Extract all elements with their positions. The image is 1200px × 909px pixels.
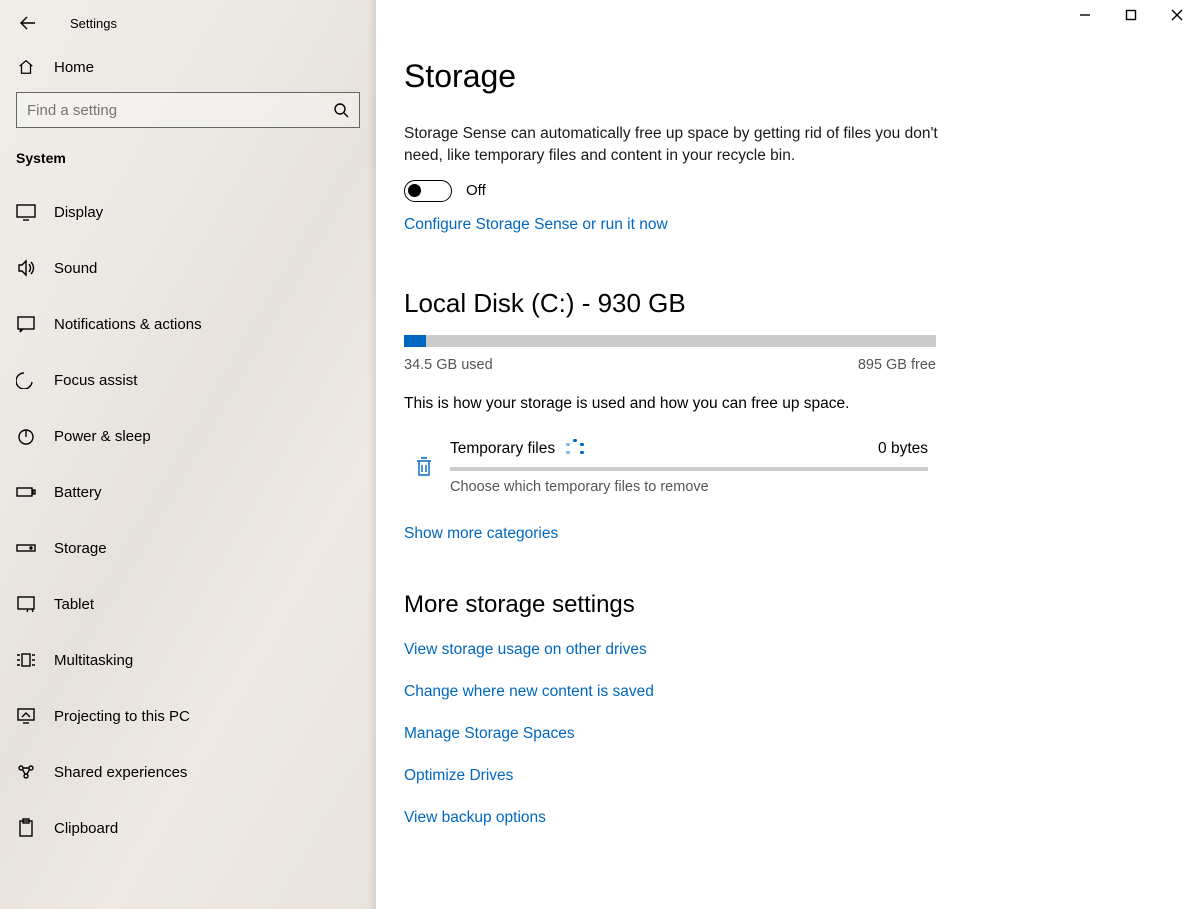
close-button[interactable] bbox=[1154, 0, 1200, 30]
temporary-files-row[interactable]: Temporary files 0 bytes Choose wh bbox=[404, 435, 936, 505]
minimize-icon bbox=[1079, 9, 1091, 21]
sidebar-item-label: Storage bbox=[54, 540, 107, 557]
sidebar-item-label: Projecting to this PC bbox=[54, 708, 190, 725]
sidebar-item-label: Tablet bbox=[54, 596, 94, 613]
back-button[interactable] bbox=[14, 9, 42, 37]
sidebar-item-shared-experiences[interactable]: Shared experiences bbox=[0, 744, 376, 800]
trash-icon bbox=[412, 455, 436, 479]
loading-spinner-icon bbox=[565, 439, 585, 459]
arrow-left-icon bbox=[20, 15, 36, 31]
toggle-knob bbox=[408, 184, 421, 197]
display-icon bbox=[16, 203, 36, 221]
disk-title: Local Disk (C:) - 930 GB bbox=[404, 288, 1160, 319]
disk-used-caption: 34.5 GB used bbox=[404, 357, 493, 373]
configure-storage-sense-link[interactable]: Configure Storage Sense or run it now bbox=[404, 216, 668, 234]
focus-assist-icon bbox=[16, 371, 36, 389]
link-backup-options[interactable]: View backup options bbox=[404, 809, 1160, 827]
show-more-categories-link[interactable]: Show more categories bbox=[404, 525, 558, 543]
search-icon bbox=[333, 102, 349, 118]
sidebar-item-label: Shared experiences bbox=[54, 764, 187, 781]
main-content: Storage Storage Sense can automatically … bbox=[376, 0, 1200, 909]
link-optimize-drives[interactable]: Optimize Drives bbox=[404, 767, 1160, 785]
sidebar-item-label: Notifications & actions bbox=[54, 316, 202, 333]
search-box[interactable] bbox=[16, 92, 360, 128]
disk-usage-bar bbox=[404, 335, 936, 347]
temp-files-bar bbox=[450, 467, 928, 471]
sidebar-item-projecting[interactable]: Projecting to this PC bbox=[0, 688, 376, 744]
section-label: System bbox=[0, 146, 376, 184]
disk-usage-fill bbox=[404, 335, 426, 347]
sidebar-item-label: Sound bbox=[54, 260, 97, 277]
sidebar-item-power-sleep[interactable]: Power & sleep bbox=[0, 408, 376, 464]
sidebar-item-label: Focus assist bbox=[54, 372, 137, 389]
sound-icon bbox=[16, 259, 36, 277]
sidebar-item-clipboard[interactable]: Clipboard bbox=[0, 800, 376, 856]
search-input[interactable] bbox=[27, 102, 325, 119]
multitasking-icon bbox=[16, 652, 36, 668]
temp-files-sub: Choose which temporary files to remove bbox=[450, 479, 928, 495]
sidebar-item-label: Multitasking bbox=[54, 652, 133, 669]
notifications-icon bbox=[16, 315, 36, 333]
sidebar-item-tablet[interactable]: Tablet bbox=[0, 576, 376, 632]
storage-icon bbox=[16, 541, 36, 555]
sidebar-item-label: Power & sleep bbox=[54, 428, 151, 445]
window-chrome bbox=[1062, 0, 1200, 30]
sidebar-item-battery[interactable]: Battery bbox=[0, 464, 376, 520]
storage-sense-toggle[interactable] bbox=[404, 180, 452, 202]
disk-free-caption: 895 GB free bbox=[858, 357, 936, 373]
maximize-icon bbox=[1125, 9, 1137, 21]
home-icon bbox=[16, 58, 36, 76]
usage-note: This is how your storage is used and how… bbox=[404, 395, 1160, 413]
nav-list: Display Sound Notifications & actions Fo… bbox=[0, 184, 376, 856]
minimize-button[interactable] bbox=[1062, 0, 1108, 30]
sidebar-item-multitasking[interactable]: Multitasking bbox=[0, 632, 376, 688]
sidebar-item-label: Clipboard bbox=[54, 820, 118, 837]
close-icon bbox=[1171, 9, 1183, 21]
temp-files-size: 0 bytes bbox=[878, 440, 928, 458]
sidebar-item-sound[interactable]: Sound bbox=[0, 240, 376, 296]
home-button[interactable]: Home bbox=[0, 40, 376, 92]
battery-icon bbox=[16, 485, 36, 499]
shared-experiences-icon bbox=[16, 763, 36, 781]
sidebar-item-label: Display bbox=[54, 204, 103, 221]
sidebar-item-display[interactable]: Display bbox=[0, 184, 376, 240]
tablet-icon bbox=[16, 595, 36, 613]
maximize-button[interactable] bbox=[1108, 0, 1154, 30]
sidebar-item-storage[interactable]: Storage bbox=[0, 520, 376, 576]
clipboard-icon bbox=[16, 818, 36, 838]
sidebar-item-notifications[interactable]: Notifications & actions bbox=[0, 296, 376, 352]
sidebar-item-label: Battery bbox=[54, 484, 102, 501]
sidebar: Settings Home System Display Sound bbox=[0, 0, 376, 909]
home-label: Home bbox=[54, 59, 94, 76]
projecting-icon bbox=[16, 707, 36, 725]
link-manage-storage-spaces[interactable]: Manage Storage Spaces bbox=[404, 725, 1160, 743]
temp-files-title: Temporary files bbox=[450, 440, 555, 458]
storage-sense-description: Storage Sense can automatically free up … bbox=[404, 123, 944, 168]
link-change-save-location[interactable]: Change where new content is saved bbox=[404, 683, 1160, 701]
link-other-drives[interactable]: View storage usage on other drives bbox=[404, 641, 1160, 659]
sidebar-item-focus-assist[interactable]: Focus assist bbox=[0, 352, 376, 408]
power-icon bbox=[16, 427, 36, 445]
page-title: Storage bbox=[404, 58, 1160, 95]
toggle-state-label: Off bbox=[466, 182, 486, 199]
more-settings-heading: More storage settings bbox=[404, 591, 1160, 619]
window-title: Settings bbox=[70, 16, 117, 31]
